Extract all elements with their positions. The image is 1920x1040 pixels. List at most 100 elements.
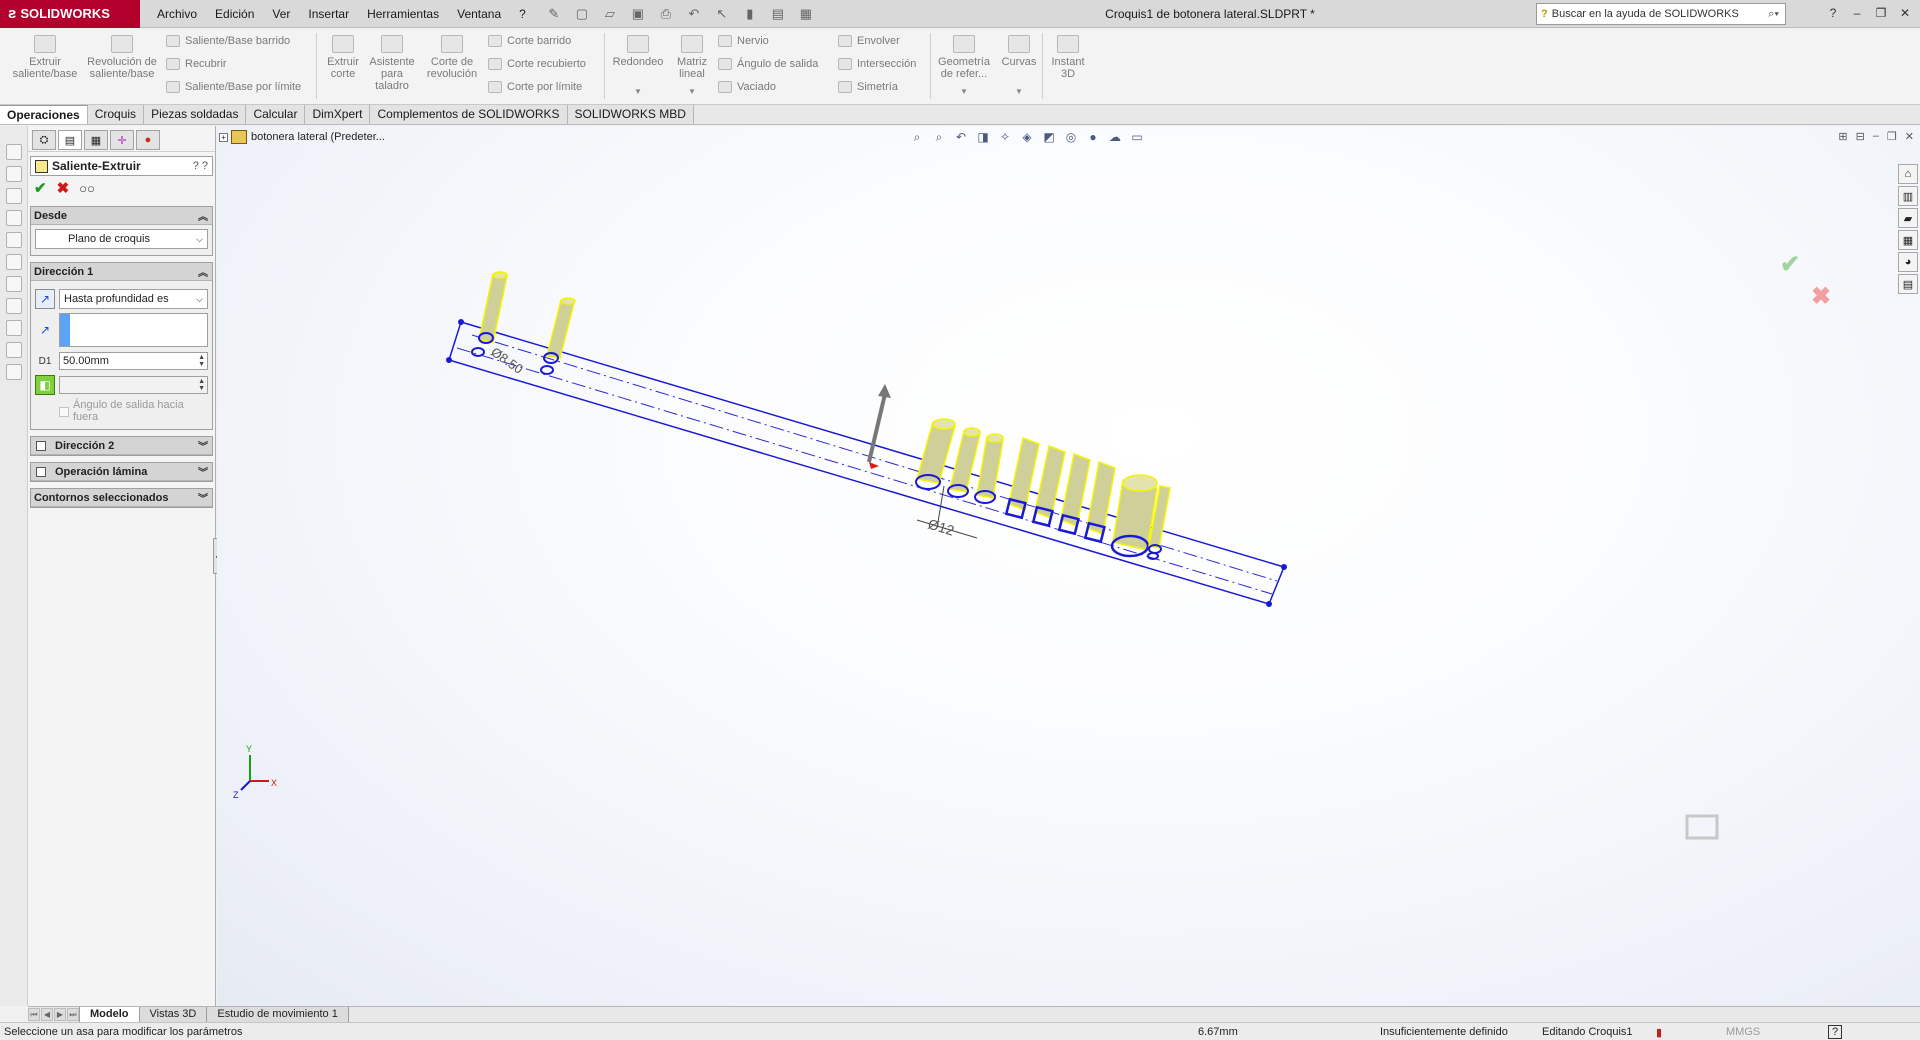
swept-boss-button[interactable]: Saliente/Base barrido (166, 35, 290, 47)
help-search-input[interactable]: ? Buscar en la ayuda de SOLIDWORKS ⌕▾ (1536, 3, 1786, 25)
tab-croquis[interactable]: Croquis (87, 105, 145, 124)
strip-fillet-icon[interactable] (5, 232, 22, 248)
rebuild-icon[interactable]: ▮ (737, 3, 763, 25)
status-help[interactable]: ? (1828, 1025, 1843, 1039)
fillet-dropdown-icon[interactable]: ▼ (634, 87, 642, 96)
menu-help[interactable]: ? (510, 0, 535, 28)
mirror-button[interactable]: Simetría (838, 81, 898, 93)
menu-herramientas[interactable]: Herramientas (358, 0, 448, 28)
undo-icon[interactable]: ↶ (681, 3, 707, 25)
help-icon[interactable]: ? (1824, 4, 1842, 22)
menu-edicion[interactable]: Edición (206, 0, 263, 28)
direction-selection-box[interactable] (59, 313, 208, 347)
sketch-circle[interactable] (540, 365, 554, 375)
strip-view-icon[interactable] (5, 364, 22, 380)
file-properties-icon[interactable]: ▤ (765, 3, 791, 25)
menu-ver[interactable]: Ver (263, 0, 299, 28)
strip-sketch-icon[interactable] (5, 298, 22, 314)
pm-help-icon[interactable]: ? ? (193, 160, 208, 172)
curves-button[interactable]: Curvas (998, 35, 1040, 68)
tab-piezas-soldadas[interactable]: Piezas soldadas (144, 105, 247, 124)
save-icon[interactable]: ▣ (625, 3, 651, 25)
first-tab-icon[interactable]: ⏮ (28, 1008, 40, 1021)
tab-vistas-3d[interactable]: Vistas 3D (138, 1007, 208, 1022)
loft-boss-button[interactable]: Recubrir (166, 58, 227, 70)
tab-calcular[interactable]: Calcular (246, 105, 306, 124)
pattern-dropdown-icon[interactable]: ▼ (688, 87, 696, 96)
wrap-button[interactable]: Envolver (838, 35, 900, 47)
file-explorer-icon[interactable]: ▰ (1898, 208, 1918, 228)
revolve-cut-button[interactable]: Corte de revolución (420, 35, 484, 80)
extrude-boss-button[interactable]: Extruir saliente/base (8, 35, 82, 80)
ref-geometry-dropdown-icon[interactable]: ▼ (960, 87, 968, 96)
boundary-cut-button[interactable]: Corte por límite (488, 81, 582, 93)
featuremanager-tab-icon[interactable]: ⛭ (32, 130, 56, 150)
collapse-icon[interactable]: ︽ (198, 208, 208, 223)
direction-arrow[interactable] (867, 393, 887, 463)
cylinder-preview[interactable] (949, 427, 981, 493)
graphics-area[interactable]: + botonera lateral (Predeter... ⌕ ⌕ ↶ ◨ … (217, 126, 1920, 1006)
view-palette-icon[interactable]: ▦ (1898, 230, 1918, 250)
detailed-preview-icon[interactable]: ○○ (79, 181, 95, 196)
pin-icon[interactable]: ✎ (541, 3, 567, 25)
sketch-rectangle[interactable] (448, 321, 1286, 605)
end-condition-select[interactable]: Hasta profundidad es ⌵ (59, 289, 208, 309)
draft-button[interactable]: Ángulo de salida (718, 58, 818, 70)
strip-cut-icon[interactable] (5, 188, 22, 204)
linear-pattern-button[interactable]: Matriz lineal (672, 35, 712, 80)
strip-revolve-icon[interactable] (5, 166, 22, 182)
from-select[interactable]: Plano de croquis ⌵ (35, 229, 208, 249)
confirm-corner-cancel-icon[interactable]: ✖ (1811, 282, 1831, 311)
instant3d-button[interactable]: Instant 3D (1046, 35, 1090, 80)
design-library-icon[interactable]: ▥ (1898, 186, 1918, 206)
diameter-dimension[interactable]: Ø8.50 (488, 344, 526, 377)
prev-tab-icon[interactable]: ◀ (41, 1008, 53, 1021)
direction1-group-header[interactable]: Dirección 1 ︽ (31, 263, 212, 281)
sketch-vertex[interactable] (446, 357, 452, 363)
tab-dimxpert[interactable]: DimXpert (305, 105, 371, 124)
restore-icon[interactable]: ❐ (1872, 4, 1890, 22)
strip-dimension-icon[interactable] (5, 320, 22, 336)
cylinder-preview[interactable] (478, 271, 508, 343)
select-icon[interactable]: ↖ (709, 3, 735, 25)
sketch-circle[interactable] (1147, 552, 1159, 560)
strip-hole-icon[interactable] (5, 210, 22, 226)
custom-properties-icon[interactable]: ▤ (1898, 274, 1918, 294)
print-icon[interactable]: ⎙ (653, 3, 679, 25)
resources-home-icon[interactable]: ⌂ (1898, 164, 1918, 184)
rib-button[interactable]: Nervio (718, 35, 769, 47)
new-document-icon[interactable]: ▢ (569, 3, 595, 25)
close-icon[interactable]: ✕ (1896, 4, 1914, 22)
strip-pattern-icon[interactable] (5, 254, 22, 270)
cancel-button[interactable]: ✖ (57, 179, 70, 197)
fillet-button[interactable]: Redondeo (608, 35, 668, 68)
depth-input[interactable]: 50.00mm ▲ ▼ (59, 352, 208, 370)
open-document-icon[interactable]: ▱ (597, 3, 623, 25)
confirm-corner-ok-icon[interactable]: ✔ (1780, 250, 1800, 279)
tab-mbd[interactable]: SOLIDWORKS MBD (567, 105, 694, 124)
options-icon[interactable]: ▦ (793, 3, 819, 25)
selected-contours-group-header[interactable]: Contornos seleccionados ︾ (31, 489, 212, 507)
status-units[interactable]: MMGS (1726, 1026, 1760, 1038)
intersect-button[interactable]: Intersección (838, 58, 916, 70)
rebuild-status-icon[interactable]: ▮ (1656, 1026, 1662, 1039)
swept-cut-button[interactable]: Corte barrido (488, 35, 571, 47)
revolve-boss-button[interactable]: Revolución de saliente/base (86, 35, 158, 80)
shell-button[interactable]: Vaciado (718, 81, 776, 93)
menu-archivo[interactable]: Archivo (148, 0, 206, 28)
tab-operaciones[interactable]: Operaciones (0, 105, 88, 124)
tab-modelo[interactable]: Modelo (79, 1007, 140, 1022)
collapse-icon[interactable]: ︽ (198, 264, 208, 279)
next-tab-icon[interactable]: ▶ (54, 1008, 66, 1021)
tab-estudio-movimiento[interactable]: Estudio de movimiento 1 (206, 1007, 349, 1022)
solidworks-logo[interactable]: ƨ SOLIDWORKS (0, 0, 140, 28)
sketch-vertex[interactable] (1281, 564, 1287, 570)
cylinder-preview[interactable] (916, 418, 956, 484)
search-icon[interactable]: ⌕▾ (1768, 8, 1779, 21)
strip-shell-icon[interactable] (5, 276, 22, 292)
menu-ventana[interactable]: Ventana (448, 0, 510, 28)
cylinder-preview[interactable] (546, 297, 576, 359)
direction2-group-header[interactable]: Dirección 2 ︾ (31, 437, 212, 455)
tab-complementos[interactable]: Complementos de SOLIDWORKS (370, 105, 568, 124)
expand-icon[interactable]: ︾ (198, 490, 208, 505)
